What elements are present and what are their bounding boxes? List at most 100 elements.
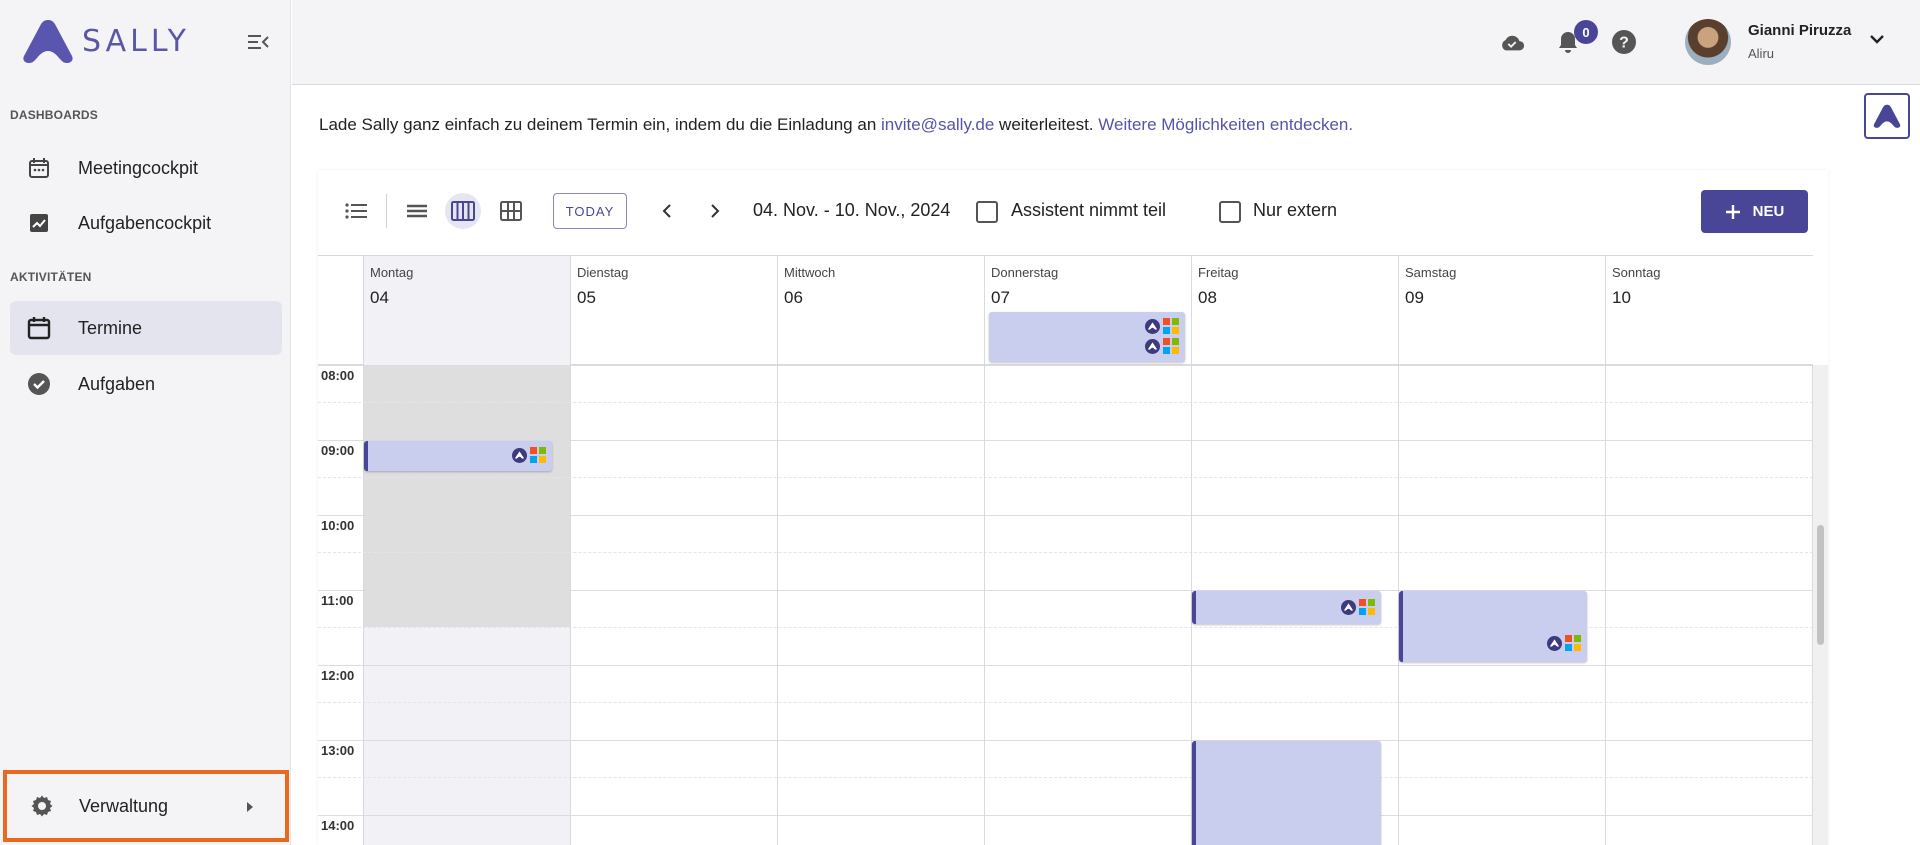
- sidebar-item-termine[interactable]: Termine: [10, 301, 282, 355]
- external-only-label[interactable]: Nur extern: [1253, 200, 1337, 221]
- calendar-scrollbar[interactable]: [1813, 365, 1828, 845]
- topbar: 0 ? Gianni Piruzza Aliru: [292, 0, 1920, 85]
- sidebar-item-label: Meetingcockpit: [78, 157, 199, 178]
- sidebar-item-label: Aufgaben: [78, 373, 156, 394]
- day-header-wednesday[interactable]: Mittwoch 06: [777, 256, 984, 366]
- day-header-row: Montag 04 Dienstag 05 Mittwoch 06 Donner…: [318, 255, 1813, 366]
- sally-logo[interactable]: SALLY: [22, 18, 190, 64]
- sally-icon: [1341, 599, 1356, 615]
- list-view-button[interactable]: [338, 193, 374, 229]
- day-header-thursday[interactable]: Donnerstag 07: [984, 256, 1191, 366]
- sally-icon: [1145, 338, 1160, 354]
- scrollbar-thumb[interactable]: [1817, 525, 1824, 645]
- day-number: 10: [1612, 288, 1631, 307]
- day-name: Sonntag: [1612, 265, 1661, 280]
- hour-line: [318, 515, 1813, 516]
- sally-icon: [1145, 318, 1160, 334]
- day-divider: [984, 365, 985, 845]
- sidebar-item-aufgabencockpit[interactable]: Aufgabencockpit: [10, 196, 282, 250]
- user-org: Aliru: [1748, 46, 1775, 61]
- month-view-icon: [500, 201, 522, 221]
- more-options-link[interactable]: Weitere Möglichkeiten entdecken.: [1098, 115, 1353, 134]
- hour-line: [318, 740, 1813, 741]
- notification-badge: 0: [1574, 20, 1598, 44]
- day-header-tuesday[interactable]: Dienstag 05: [570, 256, 777, 366]
- half-hour-line: [318, 402, 1813, 403]
- user-menu-chevron-icon[interactable]: [1868, 30, 1886, 53]
- allday-event[interactable]: [989, 312, 1185, 362]
- microsoft-icon: [1359, 599, 1375, 615]
- section-dashboards: DASHBOARDS: [10, 108, 99, 122]
- event-friday-1300[interactable]: [1192, 741, 1381, 845]
- half-hour-line: [318, 777, 1813, 778]
- day-divider: [1605, 365, 1606, 845]
- sidebar-item-verwaltung[interactable]: Verwaltung: [3, 770, 289, 842]
- sidebar: SALLY DASHBOARDS Meetingcockpit Aufgaben…: [0, 0, 291, 845]
- calendar-icon: [26, 315, 52, 341]
- help-icon: ?: [1612, 30, 1636, 54]
- user-name: Gianni Piruzza: [1748, 22, 1852, 39]
- week-view-icon: [451, 201, 475, 221]
- microsoft-icon: [1163, 338, 1179, 354]
- external-only-checkbox[interactable]: [1219, 201, 1241, 223]
- day-view-icon: [407, 204, 427, 218]
- day-header-sunday[interactable]: Sonntag 10: [1605, 256, 1812, 366]
- list-icon: [345, 203, 367, 219]
- calendar: TODAY 04. Nov. - 10. Nov., 2024 Assisten…: [318, 170, 1828, 845]
- help-button[interactable]: ?: [1611, 29, 1637, 55]
- sally-icon: [1547, 635, 1562, 651]
- cloud-sync-button[interactable]: [1499, 29, 1525, 55]
- month-view-button[interactable]: [493, 193, 529, 229]
- day-name: Mittwoch: [784, 265, 836, 280]
- day-header-monday[interactable]: Montag 04: [363, 256, 570, 366]
- assistant-checkbox[interactable]: [976, 201, 998, 223]
- next-week-button[interactable]: [702, 198, 728, 224]
- event-friday-1100[interactable]: [1192, 591, 1381, 624]
- sally-assistant-button[interactable]: [1864, 93, 1910, 139]
- invite-hint: Lade Sally ganz einfach zu deinem Termin…: [319, 115, 1353, 135]
- day-name: Samstag: [1405, 265, 1457, 280]
- day-number: 04: [370, 288, 389, 307]
- sidebar-item-label: Aufgabencockpit: [78, 212, 212, 233]
- time-label: 10:00: [321, 518, 355, 533]
- gear-icon: [29, 793, 55, 819]
- day-header-saturday[interactable]: Samstag 09: [1398, 256, 1605, 366]
- busy-block: [363, 365, 570, 627]
- half-hour-line: [318, 477, 1813, 478]
- hour-line: [318, 815, 1813, 816]
- time-grid[interactable]: 08:00 09:00 10:00 11:00 12:00 13:00 14:0…: [318, 365, 1813, 845]
- hour-line: [318, 590, 1813, 591]
- event-saturday-1100[interactable]: [1399, 591, 1587, 662]
- half-hour-line: [318, 702, 1813, 703]
- date-range: 04. Nov. - 10. Nov., 2024: [753, 200, 951, 220]
- toolbar-divider: [386, 194, 387, 228]
- day-divider: [570, 365, 571, 845]
- half-hour-line: [318, 552, 1813, 553]
- sidebar-item-meetingcockpit[interactable]: Meetingcockpit: [10, 141, 282, 195]
- event-icons: [1547, 635, 1581, 651]
- today-button[interactable]: TODAY: [553, 193, 627, 229]
- time-label: 14:00: [321, 818, 355, 833]
- assistant-checkbox-label[interactable]: Assistent nimmt teil: [1011, 200, 1166, 221]
- day-divider: [777, 365, 778, 845]
- event-monday-0900[interactable]: [364, 441, 552, 471]
- cloud-check-icon: [1502, 35, 1525, 51]
- sally-icon: [512, 447, 527, 463]
- new-appointment-button[interactable]: NEU: [1701, 190, 1808, 233]
- new-button-label: NEU: [1752, 203, 1785, 220]
- sidebar-item-label: Termine: [78, 317, 143, 338]
- day-view-button[interactable]: [399, 193, 435, 229]
- sidebar-item-aufgaben[interactable]: Aufgaben: [10, 357, 282, 411]
- prev-week-button[interactable]: [654, 198, 680, 224]
- hour-line: [318, 665, 1813, 666]
- invite-email-link[interactable]: invite@sally.de: [881, 115, 994, 134]
- day-name: Dienstag: [577, 265, 629, 280]
- week-view-button[interactable]: [445, 193, 481, 229]
- event-icons: [512, 447, 546, 463]
- avatar[interactable]: [1685, 19, 1731, 65]
- calendar-dots-icon: [26, 155, 52, 181]
- day-header-friday[interactable]: Freitag 08: [1191, 256, 1398, 366]
- time-label: 13:00: [321, 743, 355, 758]
- microsoft-icon: [1163, 318, 1179, 334]
- collapse-sidebar-button[interactable]: [244, 28, 272, 56]
